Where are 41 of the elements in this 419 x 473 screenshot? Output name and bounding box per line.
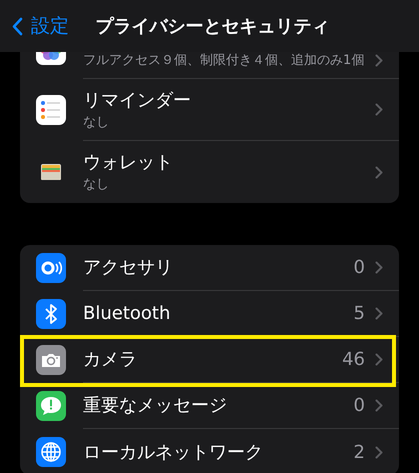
chevron-icon — [375, 353, 383, 366]
globe-icon — [36, 437, 66, 467]
settings-row[interactable]: ローカルネットワーク 2 — [20, 429, 399, 473]
chevron-icon — [375, 103, 383, 116]
row-title: Bluetooth — [83, 302, 172, 325]
message-icon — [36, 391, 66, 421]
camera-icon — [36, 345, 66, 375]
settings-row[interactable]: アクセサリ 0 — [20, 245, 399, 291]
row-subtitle: フルアクセス９個、制限付き４個、追加のみ1個 — [83, 52, 366, 69]
row-count: 46 — [342, 349, 365, 370]
row-subtitle: なし — [83, 114, 110, 130]
settings-row[interactable]: カメラ 46 — [20, 337, 399, 383]
bluetooth-icon — [36, 299, 66, 329]
row-title: リマインダー — [83, 88, 192, 112]
row-subtitle: なし — [83, 176, 110, 193]
accessory-icon — [36, 253, 66, 283]
back-icon — [12, 16, 23, 36]
chevron-icon — [375, 261, 383, 274]
row-title: カメラ — [83, 348, 138, 371]
settings-row[interactable]: ウォレット なし — [20, 141, 399, 203]
row-count: 0 — [354, 395, 365, 416]
row-title: ローカルネットワーク — [83, 440, 264, 464]
chevron-icon — [375, 166, 383, 178]
chevron-icon — [375, 446, 383, 458]
back-button[interactable]: 設定 — [12, 13, 69, 39]
row-title: 重要なメッセージ — [83, 394, 228, 417]
list-icon — [36, 95, 66, 125]
settings-row[interactable]: フルアクセス９個、制限付き４個、追加のみ1個 — [20, 52, 399, 79]
settings-row[interactable]: Bluetooth 5 — [20, 291, 399, 337]
settings-row[interactable]: リマインダー なし — [20, 79, 399, 141]
row-count: 0 — [354, 257, 365, 278]
photos-icon — [36, 52, 66, 65]
screen-title: プライバシーとセキュリティ — [96, 15, 330, 38]
chevron-icon — [375, 307, 383, 320]
row-title: アクセサリ — [83, 256, 174, 279]
row-title: ウォレット — [83, 151, 174, 174]
chevron-icon — [375, 54, 383, 67]
settings-row[interactable]: 重要なメッセージ 0 — [20, 383, 399, 429]
row-count: 5 — [354, 303, 365, 324]
chevron-icon — [375, 399, 383, 412]
row-count: 2 — [354, 442, 365, 462]
